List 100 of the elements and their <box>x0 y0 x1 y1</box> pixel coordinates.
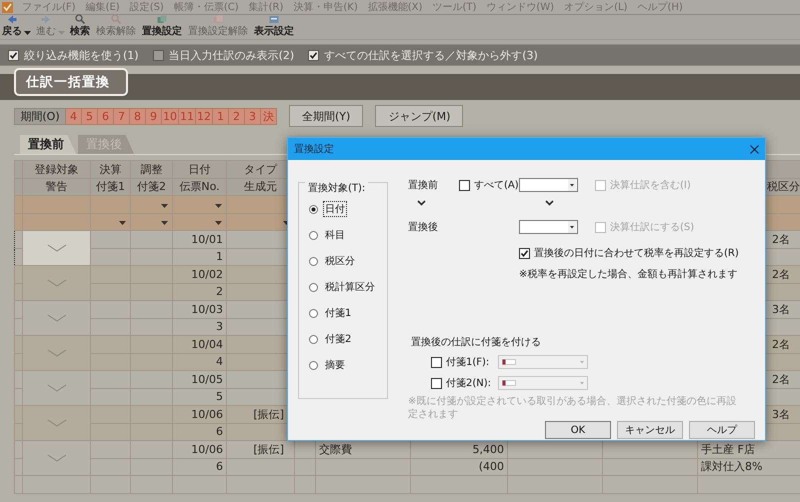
checkbox[interactable] <box>459 180 470 190</box>
menu-item[interactable]: 集計(R) <box>244 0 288 14</box>
column-header[interactable]: 決算 <box>90 160 130 178</box>
menu-item[interactable]: ファイル(F) <box>17 0 81 14</box>
field-label: 置換前 <box>408 178 439 192</box>
checkbox-label: 決算仕訳にする(S) <box>610 220 694 234</box>
month-button[interactable]: 12 <box>196 108 213 124</box>
menu-item[interactable]: ウィンドウ(W) <box>481 0 560 14</box>
group-label: 置換対象(T): <box>305 181 368 195</box>
table-cell: 10/05 <box>172 370 226 388</box>
radio-button[interactable] <box>309 256 318 266</box>
radio-button[interactable] <box>309 282 318 292</box>
period-button[interactable]: ジャンプ(M) <box>375 105 464 127</box>
table-cell: 3名 <box>772 302 790 316</box>
month-button[interactable]: 5 <box>82 108 98 124</box>
toolbar-button[interactable]: 表示設定 <box>253 14 295 39</box>
table-cell: 6 <box>172 423 226 440</box>
menu-item[interactable]: 帳簿・伝票(C) <box>168 0 244 14</box>
month-button[interactable]: 8 <box>130 108 146 124</box>
table-cell: 2名 <box>772 372 790 386</box>
table-cell: 5 <box>172 388 226 406</box>
radio-button[interactable] <box>309 334 318 344</box>
month-button[interactable]: 9 <box>146 108 162 124</box>
checkbox[interactable] <box>431 356 442 368</box>
checkbox[interactable] <box>152 50 164 60</box>
row-marker-cell[interactable] <box>22 370 90 406</box>
dropdown[interactable] <box>519 178 578 192</box>
note-text: ※税率を再設定した場合、金額も再計算されます <box>519 268 738 281</box>
page-title: 仕訳一括置換 <box>14 68 128 96</box>
column-header[interactable]: 伝票No. <box>172 178 226 196</box>
search-icon <box>75 14 85 24</box>
table-cell: 2名 <box>772 268 790 281</box>
toolbar-button[interactable]: 戻る <box>1 14 23 39</box>
checkbox[interactable] <box>308 50 320 60</box>
checkbox[interactable] <box>519 248 530 258</box>
month-button[interactable]: 6 <box>98 108 114 124</box>
month-button[interactable]: 7 <box>114 108 130 124</box>
table-cell: 10/06 <box>172 440 226 458</box>
section-heading: 置換後の仕訳に付箋を付ける <box>411 336 541 349</box>
row-marker-cell[interactable] <box>22 440 90 476</box>
row-marker-cell[interactable] <box>22 300 90 336</box>
menu-item[interactable]: 編集(E) <box>80 0 125 14</box>
dialog-button[interactable]: キャンセル <box>617 421 683 439</box>
month-button[interactable]: 1 <box>213 108 229 124</box>
column-header[interactable]: 付箋1 <box>90 178 130 196</box>
column-header[interactable]: 日付 <box>172 160 226 178</box>
close-button[interactable] <box>748 142 761 156</box>
close-icon <box>750 144 759 154</box>
menu-item[interactable]: ヘルプ(H) <box>632 0 688 14</box>
caret-icon[interactable] <box>24 31 31 35</box>
tab[interactable]: 置換前 <box>20 135 76 154</box>
table-cell: 課対仕入8% <box>698 458 800 476</box>
month-button[interactable]: 11 <box>179 108 196 124</box>
period-button[interactable]: 全期間(Y) <box>289 105 364 127</box>
toolbar-button[interactable]: 置換設定 <box>141 14 183 39</box>
radio-button[interactable] <box>309 230 318 240</box>
period-label: 期間(O) <box>14 108 66 124</box>
row-marker-cell[interactable] <box>22 336 90 370</box>
radio-label: 税計算区分 <box>324 280 376 295</box>
menu-item[interactable]: 拡張機能(X) <box>362 0 428 14</box>
field-label: 置換後 <box>408 220 439 234</box>
menu-item[interactable]: オプション(L) <box>559 0 632 14</box>
table-cell: 10/02 <box>172 266 226 283</box>
month-button[interactable]: 決 <box>261 108 277 124</box>
window-icon <box>269 15 279 24</box>
checkbox-label: すべて(A) <box>474 179 519 192</box>
checkbox-label: すべての仕訳を選択する／対象から外す(3) <box>324 48 538 62</box>
month-button[interactable]: 4 <box>66 108 82 124</box>
column-header[interactable]: 登録対象 <box>22 160 90 178</box>
stacked-squares-icon <box>213 15 223 24</box>
column-header[interactable]: 警告 <box>22 178 90 196</box>
radio-button[interactable] <box>309 204 318 214</box>
dropdown[interactable] <box>519 220 578 234</box>
menu-item[interactable]: 決算・申告(K) <box>288 0 363 14</box>
row-marker-cell[interactable] <box>22 266 90 300</box>
row-marker-cell[interactable] <box>22 406 90 440</box>
menu-item[interactable]: ツール(T) <box>427 0 482 14</box>
menu-item[interactable]: 設定(S) <box>124 0 169 14</box>
column-header[interactable]: 付箋2 <box>130 178 172 196</box>
dialog-button[interactable]: ヘルプ <box>689 421 755 439</box>
toolbar-button[interactable]: 検索 <box>69 13 91 39</box>
table-cell: 6 <box>172 458 226 476</box>
chevron-down-icon[interactable] <box>46 244 66 252</box>
app-logo-icon <box>2 2 13 12</box>
radio-button[interactable] <box>309 360 318 370</box>
radio-button[interactable] <box>309 308 318 318</box>
table-cell: 3名 <box>772 408 790 421</box>
checkbox[interactable] <box>8 50 19 60</box>
month-button[interactable]: 2 <box>229 108 245 124</box>
color-swatch-icon <box>502 380 516 386</box>
arrow-right-icon <box>41 15 51 24</box>
row-marker-cell[interactable] <box>22 230 90 266</box>
table-cell: 2名 <box>772 232 790 246</box>
month-button[interactable]: 3 <box>245 108 261 124</box>
table-cell: 手土産 F店 <box>698 440 800 458</box>
checkbox-label: 当日入力仕訳のみ表示(2) <box>168 48 294 62</box>
checkbox[interactable] <box>431 378 442 388</box>
dialog-button[interactable]: OK <box>545 421 611 439</box>
column-header[interactable]: 調整 <box>130 160 172 178</box>
month-button[interactable]: 10 <box>162 108 179 124</box>
